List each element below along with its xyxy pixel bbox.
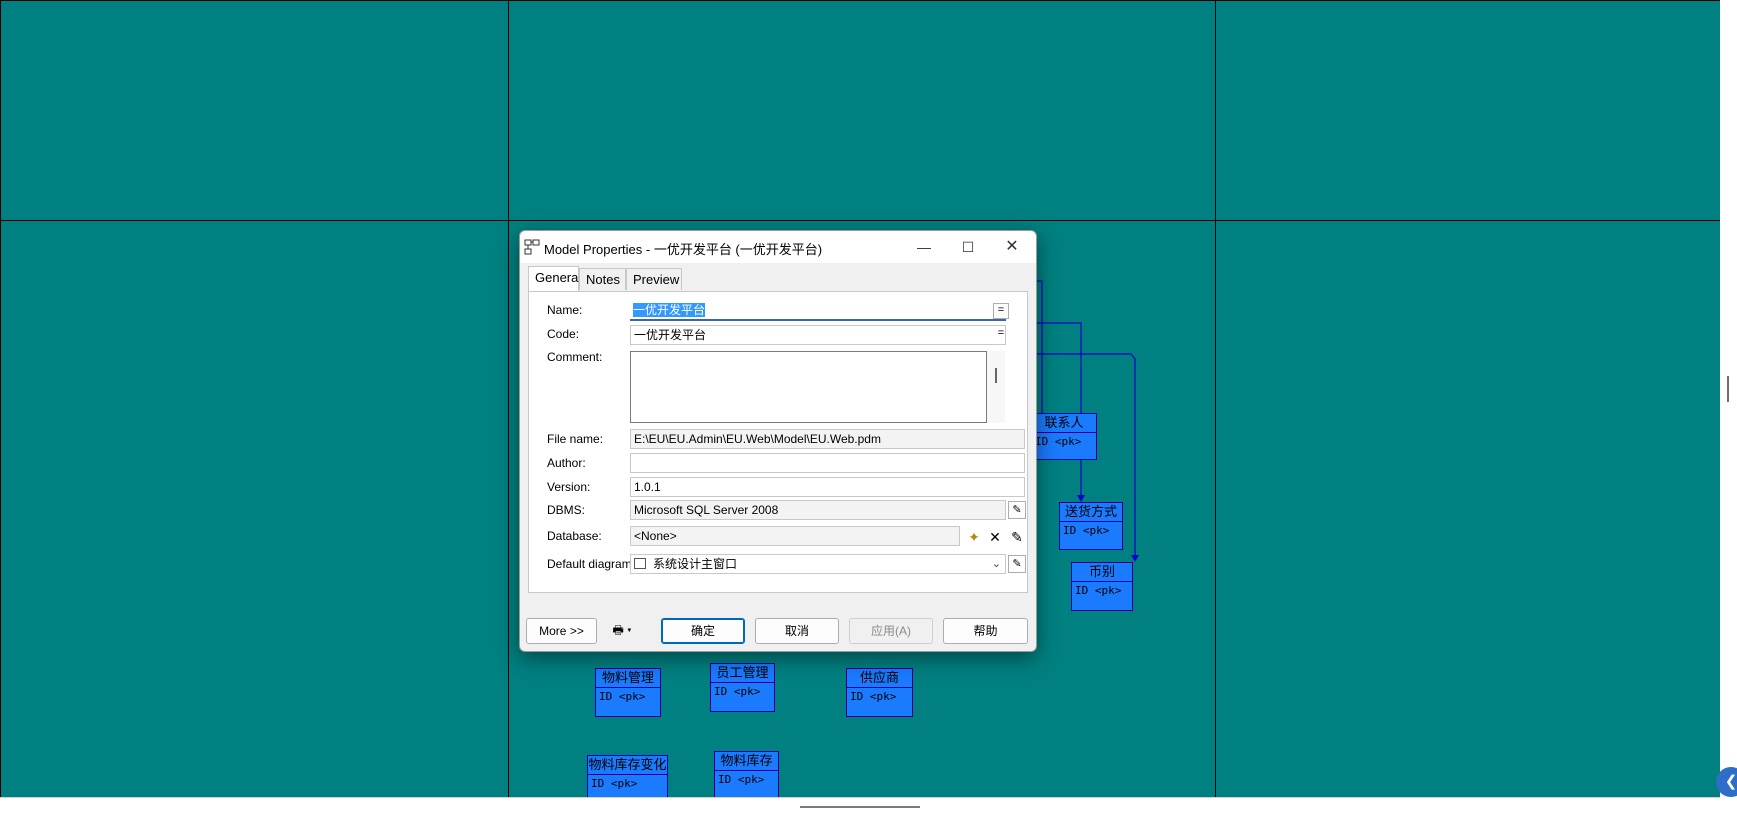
- properties-icon[interactable]: ✎: [1008, 501, 1026, 519]
- comment-scrollbar[interactable]: [987, 351, 1005, 423]
- entity-attribute: ID <pk>: [1075, 584, 1122, 597]
- more-button[interactable]: More >>: [526, 618, 597, 644]
- entity-name: 联系人: [1032, 414, 1096, 433]
- scrollbar-thumb[interactable]: [1727, 376, 1729, 402]
- comment-label: Comment:: [547, 350, 603, 364]
- default-diagram-label: Default diagram:: [547, 557, 636, 571]
- maximize-icon[interactable]: ☐: [946, 231, 990, 263]
- database-label: Database:: [547, 529, 602, 543]
- entity-name: 物料库存: [715, 752, 778, 771]
- code-label: Code:: [547, 327, 580, 341]
- comment-textarea[interactable]: [630, 351, 987, 423]
- default-diagram-select[interactable]: 系统设计主窗口 ⌄: [630, 554, 1006, 574]
- minimize-icon[interactable]: —: [902, 231, 946, 263]
- properties-icon[interactable]: ✎: [1008, 528, 1026, 546]
- equals-button[interactable]: =: [993, 327, 1009, 343]
- default-diagram-value: 系统设计主窗口: [653, 557, 738, 571]
- entity-table[interactable]: 物料管理 ID <pk>: [595, 668, 661, 717]
- dbms-field[interactable]: Microsoft SQL Server 2008: [630, 500, 1006, 520]
- author-field[interactable]: [630, 453, 1025, 473]
- tab-preview[interactable]: Preview: [626, 268, 682, 290]
- file-name-field[interactable]: E:\EU\EU.Admin\EU.Web\Model\EU.Web.pdm: [630, 429, 1025, 449]
- general-tab-panel: Name: 一优开发平台 = Code: 一优开发平台 = Comment: F…: [528, 291, 1028, 593]
- tab-notes[interactable]: Notes: [579, 268, 626, 290]
- dbms-label: DBMS:: [547, 503, 586, 517]
- new-database-icon[interactable]: ✦: [965, 528, 983, 546]
- equals-button[interactable]: =: [993, 303, 1009, 319]
- model-properties-dialog: Model Properties - 一优开发平台 (一优开发平台) — ☐ ✕…: [519, 230, 1037, 652]
- name-field[interactable]: 一优开发平台: [630, 301, 1006, 321]
- model-icon: [524, 239, 540, 255]
- file-name-label: File name:: [547, 432, 604, 446]
- entity-table[interactable]: 员工管理 ID <pk>: [710, 663, 775, 712]
- help-button[interactable]: 帮助: [943, 618, 1028, 644]
- name-label: Name:: [547, 303, 583, 317]
- entity-name: 物料库存变化: [588, 756, 667, 775]
- entity-table[interactable]: 币别 ID <pk>: [1071, 562, 1133, 611]
- entity-attribute: ID <pk>: [599, 690, 646, 703]
- entity-table[interactable]: 物料库存变化 ID <pk>: [587, 755, 668, 798]
- chevron-down-icon[interactable]: ⌄: [992, 555, 1001, 573]
- entity-attribute: ID <pk>: [714, 685, 761, 698]
- code-field[interactable]: 一优开发平台: [630, 325, 1006, 345]
- database-field[interactable]: <None>: [630, 526, 960, 546]
- scrollbar-thumb[interactable]: [800, 806, 920, 808]
- delete-icon[interactable]: ✕: [986, 528, 1004, 546]
- dialog-title: Model Properties - 一优开发平台 (一优开发平台): [544, 242, 823, 257]
- scrollbar-thumb[interactable]: [995, 368, 997, 383]
- version-label: Version:: [547, 480, 591, 494]
- entity-table[interactable]: 联系人 ID <pk>: [1031, 413, 1097, 460]
- entity-name: 物料管理: [596, 669, 660, 688]
- arrowhead: [1077, 495, 1085, 502]
- diagram-icon: [634, 558, 646, 569]
- entity-table[interactable]: 物料库存 ID <pk>: [714, 751, 779, 798]
- entity-attribute: ID <pk>: [718, 773, 765, 786]
- close-icon[interactable]: ✕: [990, 231, 1034, 263]
- apply-button[interactable]: 应用(A): [849, 618, 933, 644]
- entity-name: 员工管理: [711, 664, 774, 683]
- vertical-scrollbar[interactable]: [1720, 0, 1737, 797]
- entity-table[interactable]: 送货方式 ID <pk>: [1059, 502, 1123, 550]
- version-field[interactable]: 1.0.1: [630, 477, 1025, 497]
- entity-attribute: ID <pk>: [1035, 435, 1082, 448]
- entity-attribute: ID <pk>: [850, 690, 897, 703]
- arrowhead: [1131, 555, 1139, 562]
- cancel-button[interactable]: 取消: [755, 618, 839, 644]
- horizontal-scrollbar[interactable]: [0, 797, 1720, 815]
- entity-name: 送货方式: [1060, 503, 1122, 522]
- entity-attribute: ID <pk>: [591, 777, 638, 790]
- print-icon[interactable]: 🖶 ▾: [603, 618, 641, 644]
- entity-name: 供应商: [847, 669, 912, 688]
- name-value: 一优开发平台: [633, 303, 706, 317]
- entity-table[interactable]: 供应商 ID <pk>: [846, 668, 913, 717]
- entity-name: 币别: [1072, 563, 1132, 582]
- author-label: Author:: [547, 456, 586, 470]
- entity-attribute: ID <pk>: [1063, 524, 1110, 537]
- tab-general[interactable]: General: [528, 266, 581, 292]
- ok-button[interactable]: 确定: [661, 618, 745, 644]
- properties-icon[interactable]: ✎: [1008, 555, 1026, 573]
- title-bar[interactable]: Model Properties - 一优开发平台 (一优开发平台) — ☐ ✕: [520, 231, 1036, 263]
